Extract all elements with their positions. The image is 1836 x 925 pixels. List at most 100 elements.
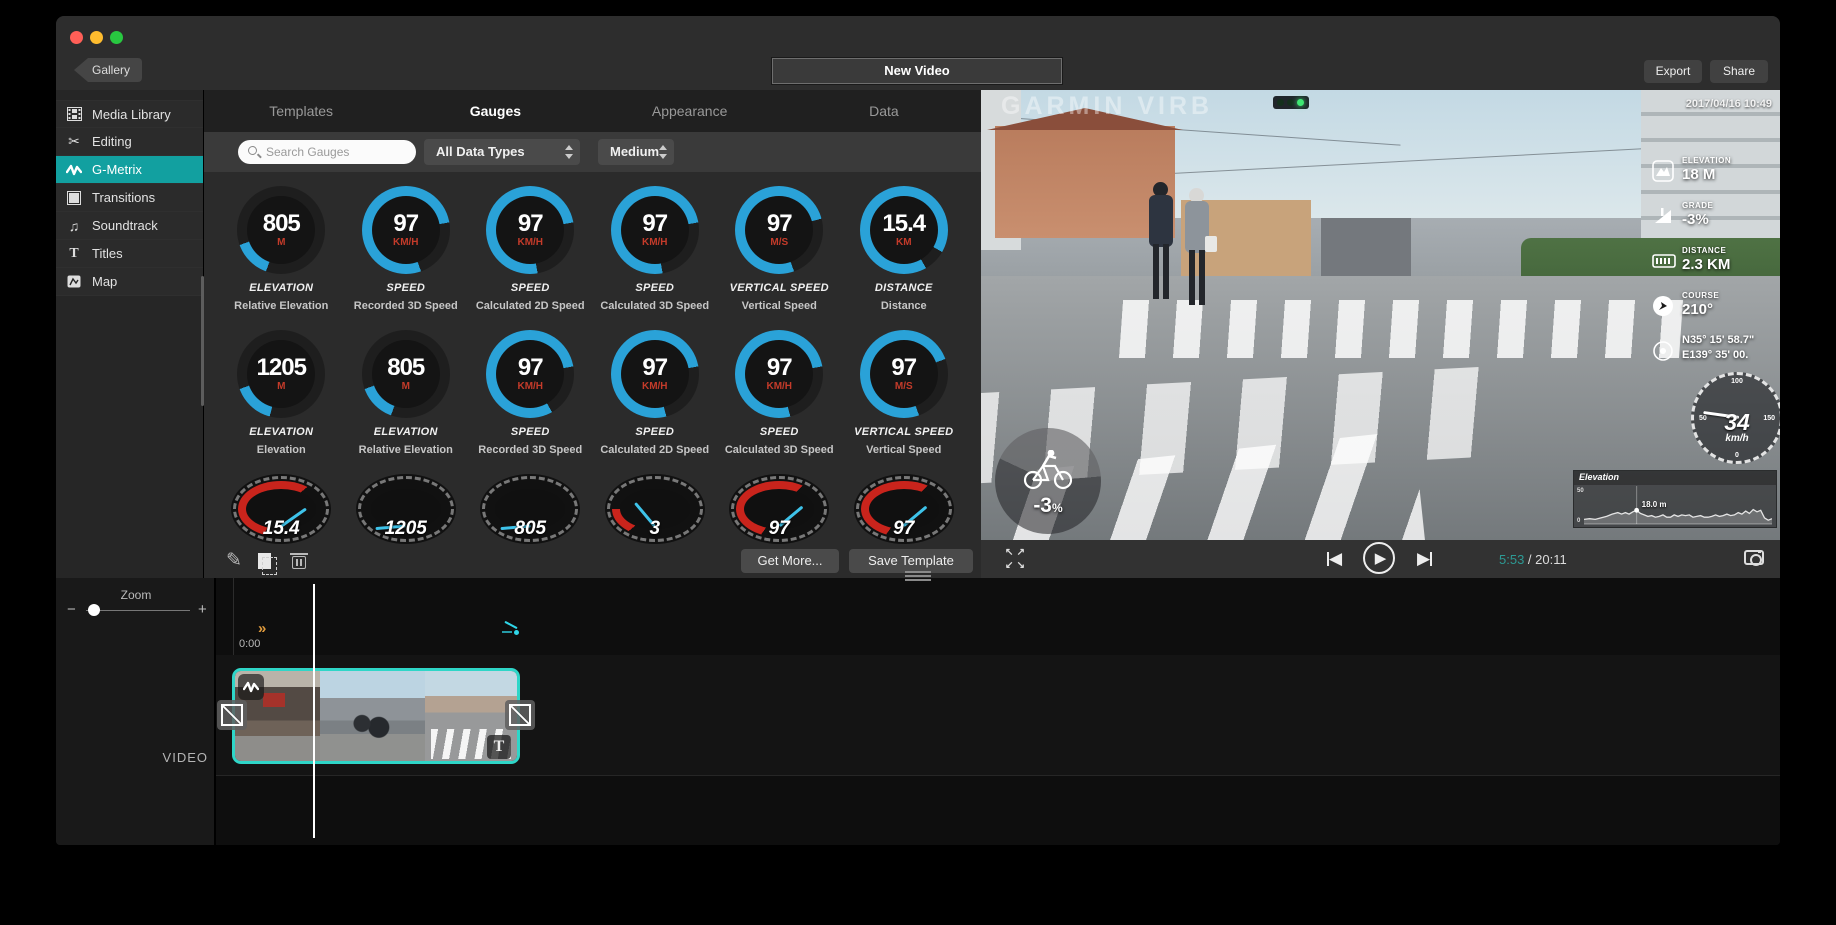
gauge-name: Recorded 3D Speed bbox=[354, 300, 458, 312]
get-more-button[interactable]: Get More... bbox=[741, 549, 839, 573]
snapshot-camera-icon[interactable] bbox=[1744, 550, 1764, 565]
scene-traffic-light bbox=[1273, 96, 1309, 109]
titles-icon: T bbox=[69, 246, 78, 262]
tab-appearance[interactable]: Appearance bbox=[593, 90, 787, 132]
dial-gauge: 3 bbox=[605, 474, 705, 544]
video-canvas: GARMIN VIRB 2017/04/16 10:49 ELEVATION 1… bbox=[981, 90, 1780, 540]
video-timestamp: 2017/04/16 10:49 bbox=[1686, 98, 1772, 110]
zoom-in-button[interactable]: + bbox=[198, 601, 207, 618]
gauge-tile-dial[interactable]: 1205 bbox=[344, 474, 469, 544]
video-preview: GARMIN VIRB 2017/04/16 10:49 ELEVATION 1… bbox=[981, 90, 1780, 578]
search-input[interactable] bbox=[238, 140, 416, 164]
gauge-tile[interactable]: 97 KM/H SPEED Calculated 3D Speed bbox=[593, 186, 718, 330]
gauge-tile-dial[interactable]: 805 bbox=[468, 474, 593, 544]
project-title-field[interactable]: New Video bbox=[772, 58, 1062, 84]
gauge-tile[interactable]: 97 KM/H SPEED Calculated 3D Speed bbox=[717, 330, 842, 474]
gauge-tile[interactable]: 805 M ELEVATION Relative Elevation bbox=[219, 186, 344, 330]
gauge-tile[interactable]: 97 KM/H SPEED Recorded 3D Speed bbox=[468, 330, 593, 474]
gps-icon bbox=[1652, 340, 1674, 362]
gauge-name: Calculated 2D Speed bbox=[600, 444, 709, 456]
gauge-value: 97 bbox=[891, 356, 916, 380]
filter-row: All Data Types Medium bbox=[204, 132, 981, 172]
sidebar-item[interactable]: ♫ Soundtrack bbox=[56, 212, 203, 240]
zoom-slider-knob[interactable] bbox=[88, 604, 100, 616]
timeline-video-clip[interactable] bbox=[232, 668, 520, 764]
gauge-name: Calculated 2D Speed bbox=[476, 300, 585, 312]
tab-gauges[interactable]: Gauges bbox=[398, 90, 592, 132]
tab-templates[interactable]: Templates bbox=[204, 90, 398, 132]
clip-title-badge: T bbox=[487, 735, 511, 759]
transition-handle-right[interactable] bbox=[505, 700, 535, 730]
gauge-tile[interactable]: 805 M ELEVATION Relative Elevation bbox=[344, 330, 469, 474]
sidebar-item[interactable]: Media Library bbox=[56, 100, 203, 128]
sidebar-item[interactable]: G-Metrix bbox=[56, 156, 203, 184]
elevation-chart-overlay: Elevation 50 0 18.0 m bbox=[1573, 470, 1777, 528]
trash-icon[interactable] bbox=[292, 552, 306, 569]
dial-value: 97 bbox=[854, 518, 954, 540]
skip-marker-icon[interactable]: » bbox=[258, 620, 266, 637]
transition-handle-left[interactable] bbox=[217, 700, 247, 730]
gauge-tile-dial[interactable]: 97 bbox=[717, 474, 842, 544]
gauge-tile-dial[interactable]: 15.4 bbox=[219, 474, 344, 544]
export-button[interactable]: Export bbox=[1644, 60, 1702, 83]
gauge-type-label: SPEED bbox=[511, 282, 550, 294]
cyclist-icon bbox=[1021, 450, 1075, 490]
gauge-tile-dial[interactable]: 97 bbox=[842, 474, 967, 544]
step-back-button[interactable]: ◀ bbox=[1327, 549, 1342, 569]
share-button[interactable]: Share bbox=[1710, 60, 1768, 83]
duplicate-icon[interactable] bbox=[258, 553, 271, 569]
sidebar-item[interactable]: T Titles bbox=[56, 240, 203, 268]
gauge-name: Vertical Speed bbox=[866, 444, 941, 456]
gauge-marker-icon[interactable] bbox=[500, 622, 520, 638]
elevation-icon bbox=[1652, 160, 1674, 182]
gauge-tile[interactable]: 97 M/S VERTICAL SPEED Vertical Speed bbox=[717, 186, 842, 330]
speedometer-unit: km/h bbox=[1694, 433, 1780, 444]
play-button[interactable]: ▶ bbox=[1363, 542, 1395, 574]
save-template-button[interactable]: Save Template bbox=[849, 549, 973, 573]
playhead[interactable] bbox=[313, 584, 315, 838]
sidebar-item[interactable]: Map bbox=[56, 268, 203, 296]
sidebar-item[interactable]: ✂ Editing bbox=[56, 128, 203, 156]
gauge-type-label: SPEED bbox=[635, 282, 674, 294]
gallery-back-button[interactable]: Gallery bbox=[74, 58, 142, 82]
data-type-dropdown[interactable]: All Data Types bbox=[424, 139, 580, 165]
zoom-slider-track[interactable] bbox=[86, 610, 190, 611]
title-bar: Gallery New Video Export Share bbox=[56, 16, 1780, 90]
film-icon bbox=[67, 107, 82, 121]
grade-icon bbox=[1652, 205, 1674, 227]
chevron-updown-icon bbox=[565, 144, 573, 160]
speedometer-overlay: 100 50 150 0 34 km/h bbox=[1691, 372, 1780, 464]
edit-pencil-icon[interactable]: ✎ bbox=[226, 549, 242, 572]
gauge-name: Elevation bbox=[257, 444, 306, 456]
gauge-tile[interactable]: 97 KM/H SPEED Recorded 3D Speed bbox=[344, 186, 469, 330]
gauge-tile[interactable]: 97 M/S VERTICAL SPEED Vertical Speed bbox=[842, 330, 967, 474]
video-overlay-item: COURSE 210° bbox=[1652, 289, 1772, 334]
close-window-button[interactable] bbox=[70, 31, 83, 44]
video-overlay-item: N35° 15' 58.7" E139° 35' 00. bbox=[1652, 334, 1772, 379]
garmin-virb-watermark: GARMIN VIRB bbox=[1001, 92, 1213, 121]
overlay-value2: E139° 35' 00. bbox=[1682, 349, 1748, 361]
gauge-name: Relative Elevation bbox=[234, 300, 328, 312]
size-dropdown[interactable]: Medium bbox=[598, 139, 674, 165]
gauge-tile[interactable]: 97 KM/H SPEED Calculated 2D Speed bbox=[468, 186, 593, 330]
gauge-tile[interactable]: 15.4 KM DISTANCE Distance bbox=[842, 186, 967, 330]
zoom-window-button[interactable] bbox=[110, 31, 123, 44]
gauge-dial: 97 KM/H bbox=[611, 186, 699, 274]
gauge-unit: KM/H bbox=[642, 237, 668, 248]
splitter-grip[interactable] bbox=[905, 571, 931, 581]
gauge-tile[interactable]: 1205 M ELEVATION Elevation bbox=[219, 330, 344, 474]
gauge-value: 97 bbox=[767, 212, 792, 236]
gauge-unit: KM/H bbox=[642, 381, 668, 392]
gauge-tile[interactable]: 97 KM/H SPEED Calculated 2D Speed bbox=[593, 330, 718, 474]
gauge-dial: 97 KM/H bbox=[735, 330, 823, 418]
fullscreen-icon[interactable]: ↖↗ ↙↘ bbox=[1005, 549, 1025, 569]
minimize-window-button[interactable] bbox=[90, 31, 103, 44]
step-forward-button[interactable]: ▶ bbox=[1417, 549, 1432, 569]
zoom-out-button[interactable]: − bbox=[67, 601, 76, 618]
sidebar-item[interactable]: Transitions bbox=[56, 184, 203, 212]
gauge-tile-dial[interactable]: 3 bbox=[593, 474, 718, 544]
gauge-type-label: VERTICAL SPEED bbox=[854, 426, 953, 438]
gauge-value: 97 bbox=[518, 212, 543, 236]
video-overlay-item: DISTANCE 2.3 KM bbox=[1652, 244, 1772, 289]
tab-data[interactable]: Data bbox=[787, 90, 981, 132]
